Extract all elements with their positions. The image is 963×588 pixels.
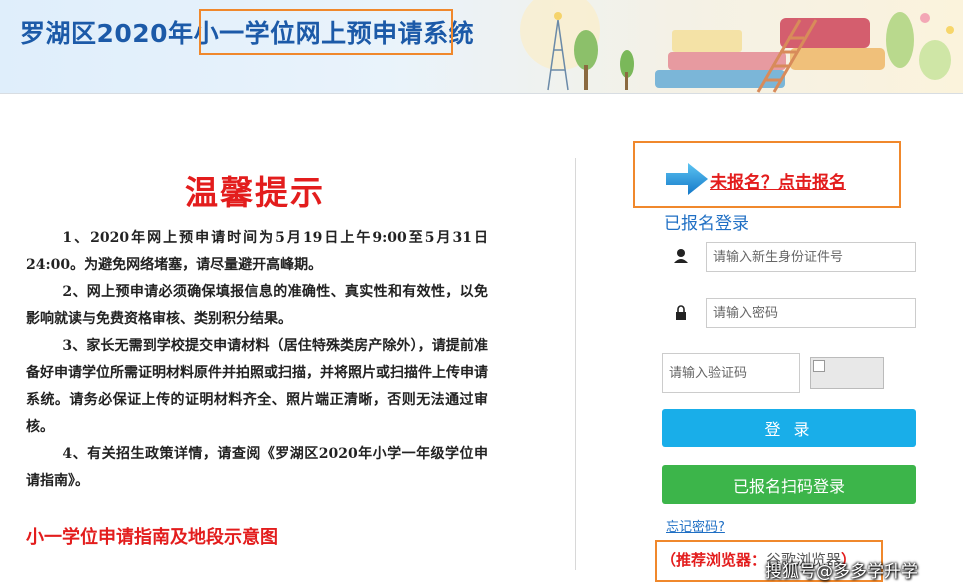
guide-link[interactable]: 小一学位申请指南及地段示意图 (26, 523, 278, 549)
login-button[interactable]: 登 录 (662, 409, 916, 447)
banner-illustration (520, 0, 954, 93)
login-title: 已报名登录 (664, 214, 749, 234)
notice-title: 温馨提示 (185, 173, 325, 212)
header-banner: 罗湖区2020年小一学位网上预申请系统 (0, 0, 963, 94)
watermark: 搜狐号@多多学升学 (765, 562, 918, 582)
lock-icon (676, 305, 686, 320)
id-number-input[interactable] (706, 242, 916, 272)
notice-item: 3、家长无需到学校提交申请材料（居住特殊类房产除外），请提前准备好申请学位所需证… (26, 338, 488, 435)
tree-icon (574, 30, 634, 90)
captcha-image-icon (813, 360, 825, 372)
notice-body: 1、2020年网上预申请时间为5月19日上午9:00至5月31日24:00。为避… (26, 225, 488, 495)
notice-item: 2、网上预申请必须确保填报信息的准确性、真实性和有效性，以免影响就读与免费资格审… (26, 284, 488, 327)
captcha-input[interactable] (662, 353, 800, 393)
register-link[interactable]: 未报名？点击报名 (710, 168, 846, 193)
panel-divider (575, 158, 576, 570)
qr-login-button[interactable]: 已报名扫码登录 (662, 465, 916, 504)
captcha-image[interactable] (810, 357, 884, 389)
arrow-right-icon (666, 163, 708, 195)
notice-item: 1、2020年网上预申请时间为5月19日上午9:00至5月31日24:00。为避… (26, 230, 488, 273)
password-input[interactable] (706, 298, 916, 328)
user-icon (674, 249, 688, 263)
browser-label: （推荐浏览器： (661, 551, 767, 569)
books-icon (655, 18, 885, 88)
notice-item: 4、有关招生政策详情，请查阅《罗湖区2020年小学一年级学位申请指南》。 (26, 446, 488, 489)
forgot-password-link[interactable]: 忘记密码? (666, 516, 725, 535)
plant-icon (886, 12, 954, 80)
